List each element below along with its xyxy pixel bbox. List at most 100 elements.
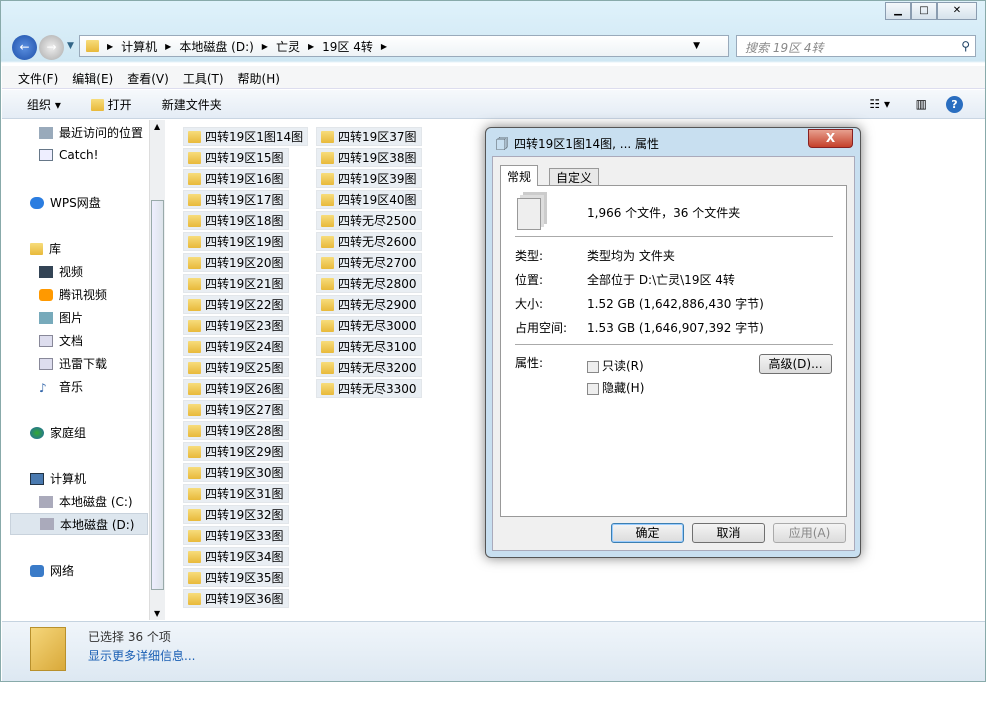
new-folder-button[interactable]: 新建文件夹	[162, 96, 222, 113]
show-more-details-link[interactable]: 显示更多详细信息...	[88, 647, 195, 664]
folder-item[interactable]: 四转19区34图	[183, 547, 289, 566]
folder-item[interactable]: 四转19区31图	[183, 484, 289, 503]
folder-name: 四转19区33图	[205, 529, 284, 543]
hidden-checkbox[interactable]: 隐藏(H)	[587, 379, 644, 396]
nav-pictures[interactable]: 图片	[39, 309, 83, 326]
advanced-button[interactable]: 高级(D)...	[759, 354, 832, 374]
folder-name: 四转19区39图	[338, 172, 417, 186]
forward-button[interactable]: →	[39, 35, 64, 60]
dialog-close-button[interactable]: X	[808, 129, 853, 148]
nav-library[interactable]: 库	[30, 240, 61, 257]
organize-button[interactable]: 组织 ▾	[27, 96, 61, 113]
folder-item[interactable]: 四转无尽3300	[316, 379, 422, 398]
folder-item[interactable]: 四转无尽2900	[316, 295, 422, 314]
folder-icon	[188, 214, 201, 227]
folder-item[interactable]: 四转无尽2600	[316, 232, 422, 251]
breadcrumb[interactable]: 亡灵	[276, 38, 300, 55]
nav-wps[interactable]: WPS网盘	[30, 194, 101, 211]
nav-catch[interactable]: Catch!	[39, 148, 98, 162]
cancel-button[interactable]: 取消	[692, 523, 765, 543]
preview-pane-icon[interactable]: ▥	[916, 97, 927, 111]
apply-button[interactable]: 应用(A)	[773, 523, 846, 543]
folder-item[interactable]: 四转19区24图	[183, 337, 289, 356]
nav-xunlei[interactable]: 迅雷下载	[39, 355, 107, 372]
scrollbar-thumb[interactable]	[151, 200, 164, 590]
minimize-button[interactable]: ▁	[885, 2, 911, 20]
maximize-button[interactable]: □	[911, 2, 937, 20]
folder-item[interactable]: 四转19区32图	[183, 505, 289, 524]
folder-item[interactable]: 四转19区18图	[183, 211, 289, 230]
folder-name: 四转19区37图	[338, 130, 417, 144]
folder-item[interactable]: 四转19区20图	[183, 253, 289, 272]
folder-item[interactable]: 四转19区30图	[183, 463, 289, 482]
search-input[interactable]: 搜索 19区 4转 ⚲	[736, 35, 976, 57]
scroll-down-arrow[interactable]: ▼	[154, 609, 160, 618]
search-icon[interactable]: ⚲	[961, 39, 970, 53]
nav-video[interactable]: 视频	[39, 263, 83, 280]
folder-item[interactable]: 四转无尽3200	[316, 358, 422, 377]
nav-documents[interactable]: 文档	[39, 332, 83, 349]
folder-item[interactable]: 四转19区22图	[183, 295, 289, 314]
folder-item[interactable]: 四转19区1图14图	[183, 127, 309, 146]
folder-item[interactable]: 四转19区35图	[183, 568, 289, 587]
recent-pages-dropdown[interactable]: ▼	[67, 41, 74, 51]
nav-computer[interactable]: 计算机	[30, 470, 86, 487]
nav-recent[interactable]: 最近访问的位置	[39, 124, 143, 141]
folder-item[interactable]: 四转19区16图	[183, 169, 289, 188]
folder-item[interactable]: 四转无尽2800	[316, 274, 422, 293]
menu-view[interactable]: 查看(V)	[127, 70, 169, 86]
breadcrumb[interactable]: 19区 4转	[322, 38, 373, 55]
readonly-checkbox[interactable]: 只读(R)	[587, 357, 644, 374]
folder-item[interactable]: 四转19区39图	[316, 169, 422, 188]
folder-item[interactable]: 四转19区33图	[183, 526, 289, 545]
folder-item[interactable]: 四转19区26图	[183, 379, 289, 398]
folder-item[interactable]: 四转19区21图	[183, 274, 289, 293]
help-icon[interactable]: ?	[946, 95, 963, 113]
folder-item[interactable]: 四转19区27图	[183, 400, 289, 419]
nav-homegroup[interactable]: 家庭组	[30, 424, 86, 441]
nav-label: 图片	[59, 311, 84, 325]
close-button[interactable]: ✕	[937, 2, 977, 20]
pictures-icon	[39, 311, 53, 324]
tab-general[interactable]: 常规	[500, 165, 539, 186]
scroll-up-arrow[interactable]: ▲	[154, 122, 160, 131]
menu-help[interactable]: 帮助(H)	[238, 70, 280, 86]
nav-tencent-video[interactable]: 腾讯视频	[39, 286, 107, 303]
folder-item[interactable]: 四转19区28图	[183, 421, 289, 440]
folder-name: 四转19区22图	[205, 298, 284, 312]
folder-item[interactable]: 四转19区17图	[183, 190, 289, 209]
folder-item[interactable]: 四转19区15图	[183, 148, 289, 167]
nav-drive-c[interactable]: 本地磁盘 (C:)	[39, 493, 133, 510]
nav-music[interactable]: ♪ 音乐	[39, 378, 83, 395]
ok-button[interactable]: 确定	[611, 523, 684, 543]
menu-edit[interactable]: 编辑(E)	[72, 70, 113, 86]
type-label: 类型:	[515, 249, 544, 263]
folder-item[interactable]: 四转19区36图	[183, 589, 289, 608]
folder-item[interactable]: 四转无尽3000	[316, 316, 422, 335]
tab-custom[interactable]: 自定义	[549, 168, 600, 185]
folder-item[interactable]: 四转19区19图	[183, 232, 289, 251]
nav-scrollbar[interactable]: ▲ ▼	[149, 120, 165, 620]
folder-item[interactable]: 四转19区38图	[316, 148, 422, 167]
folder-item[interactable]: 四转无尽2500	[316, 211, 422, 230]
breadcrumb[interactable]: 本地磁盘 (D:)	[179, 38, 253, 55]
menu-tools[interactable]: 工具(T)	[183, 70, 224, 86]
menu-file[interactable]: 文件(F)	[18, 70, 58, 86]
folder-item[interactable]: 四转19区29图	[183, 442, 289, 461]
folder-item[interactable]: 四转19区37图	[316, 127, 422, 146]
nav-network[interactable]: 网络	[30, 562, 74, 579]
breadcrumb[interactable]: 计算机	[121, 38, 157, 55]
nav-drive-d[interactable]: 本地磁盘 (D:)	[10, 513, 148, 535]
address-bar[interactable]: ▶计算机 ▶本地磁盘 (D:) ▶亡灵 ▶19区 4转 ▶ ▼ ⟳	[79, 35, 754, 57]
back-button[interactable]: ←	[12, 35, 37, 60]
folder-item[interactable]: 四转19区23图	[183, 316, 289, 335]
folder-item[interactable]: 四转19区25图	[183, 358, 289, 377]
folder-item[interactable]: 四转无尽2700	[316, 253, 422, 272]
dialog-title: 四转19区1图14图, ... 属性	[514, 137, 660, 151]
view-options-icon[interactable]: ☷ ▾	[869, 97, 890, 111]
address-dropdown[interactable]: ▼	[693, 41, 700, 51]
window-controls: ▁ □ ✕	[885, 2, 977, 20]
folder-item[interactable]: 四转无尽3100	[316, 337, 422, 356]
open-button[interactable]: 打开	[90, 96, 132, 113]
folder-item[interactable]: 四转19区40图	[316, 190, 422, 209]
